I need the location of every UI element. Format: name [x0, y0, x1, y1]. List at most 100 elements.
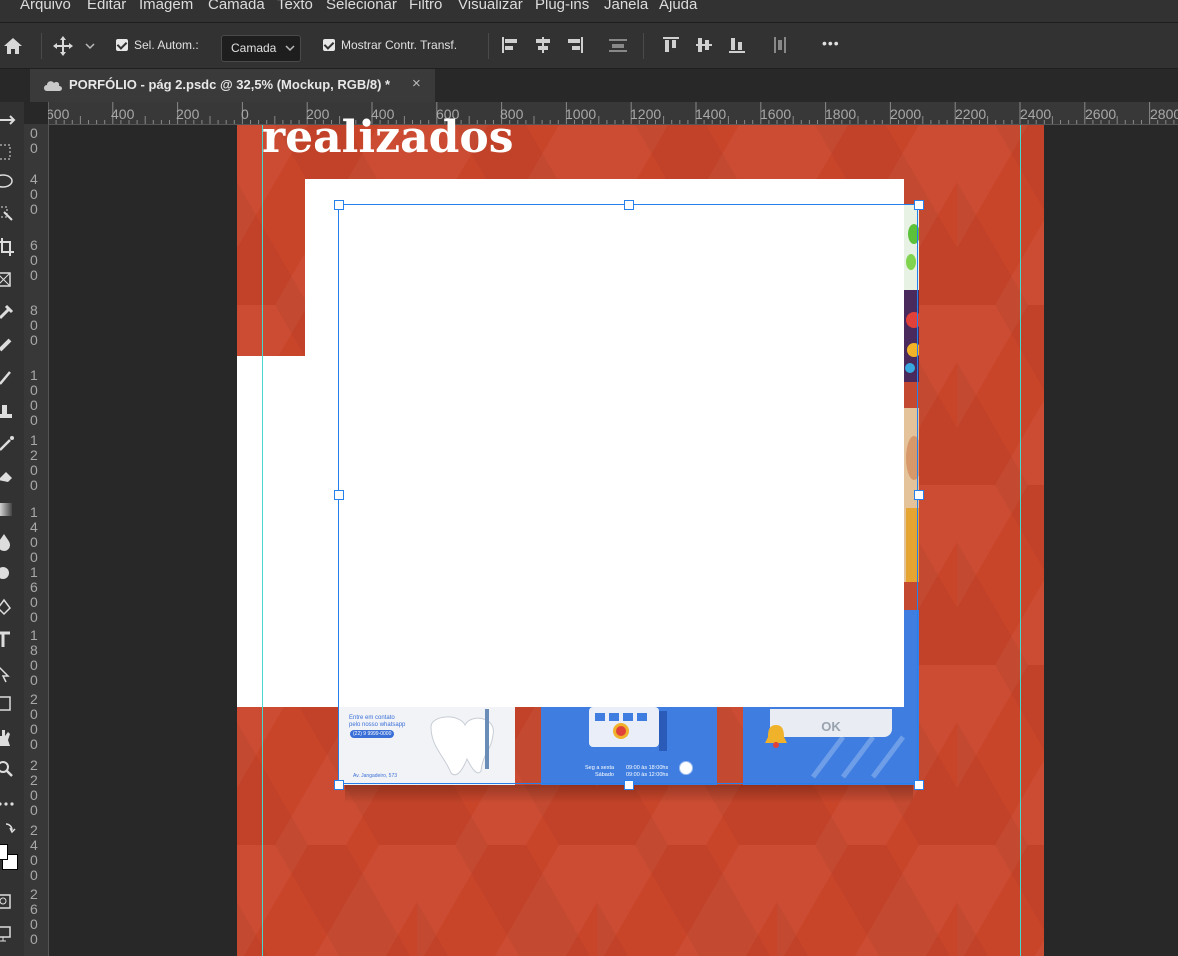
screen-mode-icon[interactable]	[0, 924, 20, 944]
mockup-white-panel-left	[237, 356, 339, 707]
ruler-label: 1000	[565, 106, 597, 122]
transform-handle-middle-right[interactable]	[914, 490, 924, 500]
frame-tool-icon[interactable]	[0, 270, 20, 290]
transform-handle-top-right[interactable]	[914, 200, 924, 210]
rectangle-tool-icon[interactable]	[0, 694, 20, 714]
move-tool-icon[interactable]	[52, 35, 74, 57]
ruler-label: 2000	[30, 691, 38, 752]
menu-arquivo[interactable]: Arquivo	[20, 0, 71, 13]
transform-handle-top-center[interactable]	[624, 200, 634, 210]
swap-colors-icon[interactable]	[0, 820, 20, 840]
more-tools-icon[interactable]	[0, 794, 20, 814]
transform-handle-bottom-center[interactable]	[624, 780, 634, 790]
distribute-vertical-icon[interactable]	[770, 35, 790, 55]
auto-select-checkbox[interactable]	[116, 39, 128, 51]
transform-handle-bottom-left[interactable]	[334, 780, 344, 790]
ruler-label: 1400	[695, 106, 727, 122]
menu-visualizar[interactable]: Visualizar	[458, 0, 523, 13]
align-left-icon[interactable]	[500, 35, 520, 55]
menu-editar[interactable]: Editar	[87, 0, 126, 13]
tools-panel	[0, 102, 24, 956]
menu-janela[interactable]: Janela	[604, 0, 648, 13]
ruler-label: 1800	[825, 106, 857, 122]
guide-left[interactable]	[262, 125, 263, 956]
quick-mask-icon[interactable]	[0, 892, 20, 912]
menu-texto[interactable]: Texto	[277, 0, 313, 13]
vertical-ruler: 00 400 600 800 1000 1200 1400 1600 1800 …	[24, 124, 49, 956]
gradient-tool-icon[interactable]	[0, 500, 20, 520]
path-selection-tool-icon[interactable]	[0, 664, 20, 684]
ruler-label: 2200	[955, 106, 987, 122]
zoom-tool-icon[interactable]	[0, 760, 20, 780]
object-select-tool-icon[interactable]	[0, 204, 20, 224]
hand-tool-icon[interactable]	[0, 728, 20, 748]
ruler-label: 1600	[30, 564, 38, 625]
ruler-label: 1400	[30, 504, 38, 565]
distribute-horizontal-icon[interactable]	[607, 35, 629, 55]
document-tab[interactable]: PORFÓLIO - pág 2.psdc @ 32,5% (Mockup, R…	[30, 69, 435, 102]
transform-handle-middle-left[interactable]	[334, 490, 344, 500]
ruler-label: 2400	[1020, 106, 1052, 122]
ruler-label: 800	[30, 302, 38, 348]
dodge-tool-icon[interactable]	[0, 564, 20, 584]
ruler-label: 1800	[30, 627, 38, 688]
ruler-label: 2600	[1085, 106, 1117, 122]
transform-handle-bottom-right[interactable]	[914, 780, 924, 790]
ruler-label: 2400	[30, 822, 38, 883]
align-middle-icon[interactable]	[694, 35, 714, 55]
move-tool-icon[interactable]	[0, 110, 20, 130]
ruler-label: 1000	[30, 367, 38, 428]
blur-tool-icon[interactable]	[0, 532, 20, 552]
guide-right[interactable]	[1020, 125, 1021, 956]
foreground-color-swatch[interactable]	[0, 844, 8, 860]
menu-camada[interactable]: Camada	[208, 0, 265, 13]
brush-tool-icon[interactable]	[0, 368, 20, 388]
more-options-button[interactable]: •••	[822, 35, 840, 51]
chevron-down-icon	[285, 45, 295, 52]
heading-realizados: realizados	[262, 112, 514, 163]
ruler-ticks	[48, 102, 1175, 124]
pen-tool-icon[interactable]	[0, 598, 20, 618]
align-center-icon[interactable]	[533, 35, 553, 55]
ruler-label: 2200	[30, 757, 38, 818]
show-transform-checkbox[interactable]	[323, 39, 335, 51]
cloud-icon	[44, 81, 62, 91]
ruler-label: 1200	[30, 432, 38, 493]
menu-ajuda[interactable]: Ajuda	[659, 0, 697, 13]
ruler-label: 1200	[630, 106, 662, 122]
layer-dropdown-value: Camada	[231, 41, 277, 55]
menu-imagem[interactable]: Imagem	[139, 0, 193, 13]
crop-tool-icon[interactable]	[0, 238, 20, 258]
ruler-label: 2800	[1150, 106, 1178, 122]
menu-selecionar[interactable]: Selecionar	[326, 0, 397, 13]
healing-brush-tool-icon[interactable]	[0, 336, 20, 356]
transform-handle-top-left[interactable]	[334, 200, 344, 210]
close-tab-icon[interactable]: ×	[412, 75, 421, 92]
ruler-label: 0	[241, 106, 249, 122]
ruler-label: 600	[30, 237, 38, 283]
menu-plugins[interactable]: Plug-ins	[535, 0, 589, 13]
menu-filtro[interactable]: Filtro	[409, 0, 442, 13]
lasso-tool-icon[interactable]	[0, 172, 20, 192]
history-brush-tool-icon[interactable]	[0, 434, 20, 454]
align-right-icon[interactable]	[565, 35, 585, 55]
ruler-label: 400	[111, 106, 135, 122]
eraser-tool-icon[interactable]	[0, 466, 20, 486]
menu-bar: Arquivo Editar Imagem Camada Texto Selec…	[0, 0, 1178, 23]
ruler-label: 2000	[890, 106, 922, 122]
layer-dropdown[interactable]: Camada	[221, 35, 301, 62]
marquee-tool-icon[interactable]	[0, 142, 20, 162]
ruler-label: 00	[30, 125, 38, 156]
home-icon[interactable]	[2, 36, 24, 56]
stamp-tool-icon[interactable]	[0, 402, 20, 422]
document-tab-title: PORFÓLIO - pág 2.psdc @ 32,5% (Mockup, R…	[69, 77, 391, 92]
align-top-icon[interactable]	[661, 35, 681, 55]
type-tool-icon[interactable]	[0, 630, 20, 650]
eyedropper-tool-icon[interactable]	[0, 302, 20, 322]
auto-select-label: Sel. Autom.:	[134, 38, 199, 52]
transform-bounding-box[interactable]	[338, 204, 918, 784]
chevron-down-icon[interactable]	[85, 43, 95, 51]
ruler-label: 2600	[30, 886, 38, 947]
align-bottom-icon[interactable]	[727, 35, 747, 55]
horizontal-ruler: 600 400 200 0 200 400 600 800 1000 1200 …	[48, 102, 1178, 125]
